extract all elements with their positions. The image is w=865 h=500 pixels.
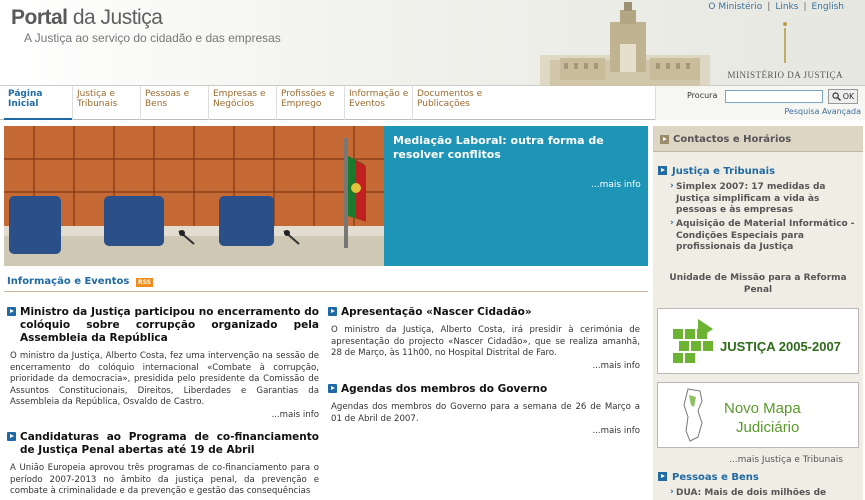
contacts-label: Contactos e Horários <box>673 134 792 145</box>
search-button[interactable]: OK <box>828 89 858 104</box>
ministry-name: MINISTÉRIO DA JUSTIÇA <box>727 70 843 80</box>
ministry-crest-icon <box>783 22 787 63</box>
top-link-links[interactable]: Links <box>775 2 798 12</box>
site-title-bold: Portal <box>11 6 68 29</box>
justica-2005-2007-banner[interactable]: JUSTIÇA 2005-2007 <box>657 308 859 374</box>
right-sidebar: Contactos e Horários Justiça e Tribunais… <box>653 126 863 500</box>
arrow-bullet-icon <box>7 432 16 441</box>
site-title[interactable]: Portal da Justiça <box>11 6 163 30</box>
news-item: Agendas dos membros do Governo Agendas d… <box>328 383 640 438</box>
banner-title[interactable]: Mediação Laboral: outra forma de resolve… <box>393 134 623 162</box>
sidebar-link[interactable]: Aquisição de Material Informático - Cond… <box>670 218 858 254</box>
news-body: A União Europeia aprovou três programas … <box>10 463 319 496</box>
news-body: O ministro da Justiça, Alberto Costa, fe… <box>10 351 319 407</box>
nav-documentos-publicacoes[interactable]: Documentos e Publicações <box>412 86 487 120</box>
site-title-rest: da Justiça <box>67 6 163 29</box>
news-title[interactable]: Apresentação «Nascer Cidadão» <box>341 306 640 319</box>
arrow-icon <box>658 472 667 481</box>
missao-reforma-penal[interactable]: Unidade de Missão para a Reforma Penal <box>657 266 859 302</box>
justica-logo: JUSTIÇA 2005-2007 <box>673 319 841 363</box>
justica-logo-text: JUSTIÇA 2005-2007 <box>720 339 841 354</box>
contacts-header[interactable]: Contactos e Horários <box>653 126 863 152</box>
sidebar-link[interactable]: DUA: Mais de dois milhões de <box>670 487 858 500</box>
news-more-link[interactable]: ...mais info <box>328 426 640 438</box>
news-item: Candidaturas ao Programa de co-financiam… <box>7 431 319 498</box>
sidebar-section-label: Pessoas e Bens <box>672 472 759 483</box>
news-item: Apresentação «Nascer Cidadão» O ministro… <box>328 306 640 372</box>
sidebar-more-link[interactable]: ...mais Justiça e Tribunais <box>729 455 843 465</box>
section-title: Informação e Eventos <box>7 276 130 287</box>
search-button-label: OK <box>842 92 855 101</box>
news-item: Ministro da Justiça participou no encerr… <box>7 306 319 421</box>
section-header: Informação e Eventos RSS <box>4 270 648 292</box>
banner-more-link[interactable]: ...mais info <box>591 180 641 190</box>
search-icon <box>832 92 841 101</box>
news-title[interactable]: Ministro da Justiça participou no encerr… <box>20 306 319 345</box>
nav-pessoas-bens[interactable]: Pessoas e Bens <box>140 86 208 120</box>
courtroom-photo <box>4 126 384 266</box>
top-link-english[interactable]: English <box>812 2 845 12</box>
arrow-icon <box>658 166 667 175</box>
portugal-map-logo: Novo Mapa Judiciário <box>683 388 801 442</box>
nav-empresas-negocios[interactable]: Empresas e Negócios <box>208 86 276 120</box>
mapa-text-line1: Novo Mapa <box>724 400 801 417</box>
nav-pagina-inicial[interactable]: Página Inicial <box>4 86 72 120</box>
news-title[interactable]: Candidaturas ao Programa de co-financiam… <box>20 431 319 457</box>
top-link-ministerio[interactable]: O Ministério <box>708 2 762 12</box>
arrow-icon <box>660 135 669 144</box>
news-more-link[interactable]: ...mais info <box>7 410 319 422</box>
search-input[interactable] <box>725 90 823 103</box>
nav-profissoes-emprego[interactable]: Profissões e Emprego <box>276 86 344 120</box>
rss-icon[interactable]: RSS <box>136 278 153 287</box>
news-title[interactable]: Agendas dos membros do Governo <box>341 383 640 396</box>
novo-mapa-judiciario-banner[interactable]: Novo Mapa Judiciário <box>657 382 859 448</box>
search-area: Procura OK Pesquisa Avançada <box>655 86 865 120</box>
site-tagline: A Justiça ao serviço do cidadão e das em… <box>24 31 281 45</box>
featured-banner[interactable]: Mediação Laboral: outra forma de resolve… <box>4 126 648 266</box>
news-body: O ministro da Justiça, Alberto Costa, ir… <box>331 325 640 358</box>
arrow-bullet-icon <box>328 307 337 316</box>
sidebar-section-title[interactable]: Pessoas e Bens <box>658 472 759 483</box>
sidebar-link[interactable]: Simplex 2007: 17 medidas da Justiça simp… <box>670 181 858 217</box>
arrow-bullet-icon <box>7 307 16 316</box>
sidebar-section-title[interactable]: Justiça e Tribunais <box>658 166 775 177</box>
news-body: Agendas dos membros do Governo para a se… <box>331 402 640 424</box>
search-label: Procura <box>687 91 718 100</box>
arrow-bullet-icon <box>328 384 337 393</box>
mapa-text-line2: Judiciário <box>736 419 799 436</box>
news-more-link[interactable]: ...mais info <box>328 361 640 373</box>
advanced-search-link[interactable]: Pesquisa Avançada <box>784 107 861 116</box>
nav-justica-tribunais[interactable]: Justiça e Tribunais <box>72 86 140 120</box>
top-links: O Ministério | Links | English <box>708 2 844 12</box>
sidebar-section-label: Justiça e Tribunais <box>672 166 776 177</box>
lisbon-arch-photo <box>540 2 710 86</box>
site-header: Portal da Justiça A Justiça ao serviço d… <box>0 0 865 86</box>
nav-informacao-eventos[interactable]: Informação e Eventos <box>344 86 412 120</box>
